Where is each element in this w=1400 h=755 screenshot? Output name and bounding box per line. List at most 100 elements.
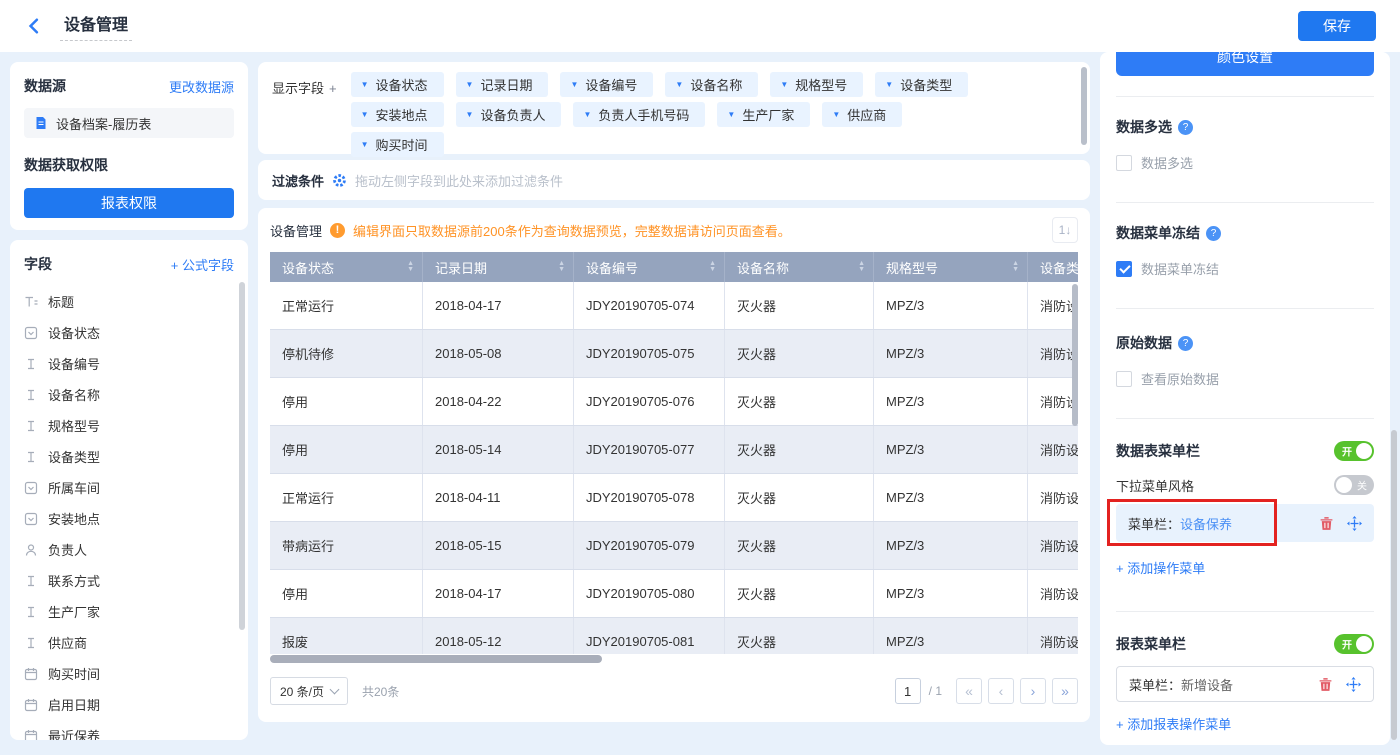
page-number-input[interactable]: 1 (894, 678, 921, 704)
display-fields-label: 显示字段 + (272, 81, 337, 96)
display-fields-scrollbar[interactable] (1081, 67, 1087, 145)
display-field-tags: 设备状态 记录日期 设备编号 设备名称 规格型号 设备类型 安装地点 设备负责人… (350, 72, 999, 157)
field-item[interactable]: 设备名称 (24, 379, 234, 410)
column-header[interactable]: 规格型号 (874, 252, 1028, 282)
sort-arrows-icon[interactable] (1012, 261, 1019, 273)
trash-icon[interactable] (1318, 677, 1333, 692)
window-scrollbar[interactable] (1391, 430, 1397, 740)
field-tag[interactable]: 负责人手机号码 (573, 102, 706, 127)
change-datasource-link[interactable]: 更改数据源 (169, 77, 234, 96)
field-item[interactable]: 标题 (24, 286, 234, 317)
fields-scrollbar[interactable] (239, 282, 245, 630)
question-icon[interactable]: ? (1178, 335, 1193, 351)
dropdown-style-toggle[interactable]: 关 (1334, 475, 1374, 495)
field-item[interactable]: 负责人 (24, 534, 234, 565)
user-field-icon (24, 543, 38, 557)
add-display-field-icon[interactable]: + (329, 81, 337, 96)
total-pages: / 1 (928, 684, 942, 698)
field-item[interactable]: 最近保养 (24, 720, 234, 740)
field-item[interactable]: 安装地点 (24, 503, 234, 534)
report-menu-toggle[interactable]: 开 (1334, 634, 1374, 654)
field-item[interactable]: 购买时间 (24, 658, 234, 689)
fields-list: 标题 设备状态 设备编号 设备名称 规格型号 设备类型 所属车间 安装地点 负责… (24, 286, 234, 740)
gear-icon[interactable] (332, 173, 347, 188)
field-tag[interactable]: 设备名称 (665, 72, 759, 97)
table-row: 正常运行 2018-04-11 JDY20190705-078 灭火器 MPZ/3 消防设… (270, 474, 1078, 522)
field-item[interactable]: 生产厂家 (24, 596, 234, 627)
table-row: 停用2018-05-14JDY20190705-077灭火器MPZ/3消防设备 (270, 426, 1078, 474)
toggle-knob (1356, 443, 1372, 459)
field-item[interactable]: 设备类型 (24, 441, 234, 472)
text-field-icon (24, 357, 38, 371)
field-tag[interactable]: 设备负责人 (455, 102, 562, 127)
field-tag[interactable]: 购买时间 (350, 132, 444, 157)
date-field-icon (24, 729, 38, 740)
column-header[interactable]: 记录日期 (423, 252, 574, 282)
sort-arrows-icon[interactable] (858, 261, 865, 273)
dropdown-style-row: 下拉菜单风格 关 (1116, 475, 1374, 495)
field-item[interactable]: 设备编号 (24, 348, 234, 379)
table-menu-item[interactable]: 菜单栏： 设备保养 (1107, 499, 1374, 546)
field-tag[interactable]: 设备类型 (875, 72, 969, 97)
text-field-icon (24, 419, 38, 433)
divider (1116, 96, 1374, 97)
divider (1116, 611, 1374, 612)
divider (1116, 202, 1374, 203)
field-item[interactable]: 所属车间 (24, 472, 234, 503)
table-menu-toggle[interactable]: 开 (1334, 441, 1374, 461)
field-tag[interactable]: 设备状态 (350, 72, 444, 97)
field-tag[interactable]: 安装地点 (350, 102, 444, 127)
total-count: 共20条 (362, 684, 400, 699)
color-settings-button[interactable]: 颜色设置 (1116, 52, 1374, 76)
move-icon[interactable] (1347, 515, 1362, 531)
multi-select-title: 数据多选 ? (1116, 117, 1374, 137)
top-bar: 设备管理 保存 (0, 0, 1400, 52)
report-permission-button[interactable]: 报表权限 (24, 188, 234, 218)
prev-page-icon[interactable]: ‹ (988, 678, 1014, 704)
field-item[interactable]: 供应商 (24, 627, 234, 658)
chevron-down-icon (329, 684, 340, 695)
sort-arrows-icon[interactable] (407, 261, 414, 273)
date-field-icon (24, 667, 38, 681)
question-icon[interactable]: ? (1178, 119, 1193, 135)
field-tag[interactable]: 记录日期 (455, 72, 549, 97)
multi-select-checkbox[interactable] (1116, 154, 1132, 171)
column-header[interactable]: 设备类型 (1028, 252, 1078, 282)
save-button[interactable]: 保存 (1298, 11, 1376, 41)
datasource-item[interactable]: 设备档案-履历表 (24, 108, 234, 138)
table-panel: 设备管理 ! 编辑界面只取数据源前200条作为查询数据预览，完整数据请访问页面查… (258, 208, 1090, 722)
field-tag[interactable]: 设备编号 (560, 72, 654, 97)
column-header[interactable]: 设备编号 (574, 252, 725, 282)
field-item[interactable]: 联系方式 (24, 565, 234, 596)
last-page-icon[interactable]: » (1052, 678, 1078, 704)
field-tag[interactable]: 生产厂家 (717, 102, 811, 127)
back-icon[interactable] (24, 16, 44, 36)
move-icon[interactable] (1346, 676, 1361, 692)
table-horizontal-scrollbar-track (270, 654, 1078, 664)
field-item[interactable]: 设备状态 (24, 317, 234, 348)
page-size-select[interactable]: 20 条/页 (270, 677, 348, 705)
field-item[interactable]: 规格型号 (24, 410, 234, 441)
field-tag[interactable]: 供应商 (822, 102, 903, 127)
sort-arrows-icon[interactable] (558, 261, 565, 273)
toggle-knob (1356, 636, 1372, 652)
select-field-icon (24, 512, 38, 526)
formula-field-link[interactable]: + 公式字段 (171, 255, 234, 274)
menu-freeze-checkbox[interactable] (1116, 260, 1132, 277)
sort-order-icon[interactable]: 1↓ (1052, 217, 1078, 243)
report-menu-item[interactable]: 菜单栏： 新增设备 (1116, 666, 1374, 702)
sort-arrows-icon[interactable] (709, 261, 716, 273)
field-item[interactable]: 启用日期 (24, 689, 234, 720)
next-page-icon[interactable]: › (1020, 678, 1046, 704)
table-horizontal-scrollbar[interactable] (270, 655, 602, 663)
trash-icon[interactable] (1319, 516, 1334, 531)
column-header[interactable]: 设备状态 (270, 252, 423, 282)
field-tag[interactable]: 规格型号 (770, 72, 864, 97)
question-icon[interactable]: ? (1206, 225, 1221, 241)
table-vertical-scrollbar[interactable] (1072, 284, 1078, 426)
add-report-action-menu-link[interactable]: + 添加报表操作菜单 (1116, 714, 1374, 733)
add-action-menu-link[interactable]: + 添加操作菜单 (1116, 558, 1374, 577)
raw-data-checkbox[interactable] (1116, 370, 1132, 387)
first-page-icon[interactable]: « (956, 678, 982, 704)
column-header[interactable]: 设备名称 (725, 252, 874, 282)
